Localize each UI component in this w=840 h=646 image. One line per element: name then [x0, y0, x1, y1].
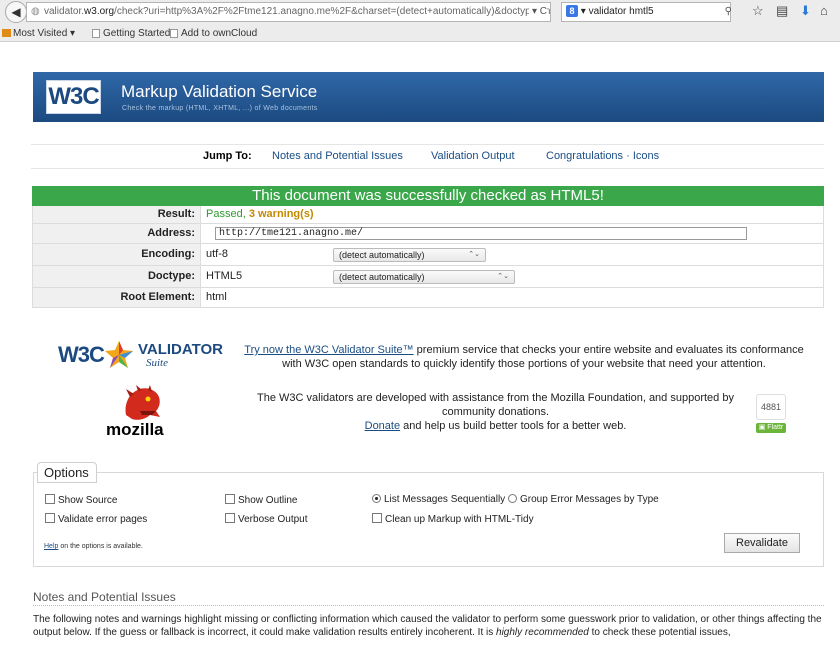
search-query: validator hmtl5	[588, 6, 654, 17]
doctype-label: Doctype:	[33, 266, 201, 287]
notes-emphasis: highly recommended	[496, 627, 589, 638]
globe-icon: ◍	[31, 6, 40, 17]
mozilla-wordmark: mozilla	[106, 420, 164, 439]
select-arrows-icon: ⌃⌄	[497, 273, 509, 280]
suite-logo-suite: Suite	[146, 357, 168, 369]
notes-body: The following notes and warnings highlig…	[33, 614, 822, 638]
result-value: Passed, 3 warning(s)	[206, 206, 314, 223]
select-arrows-icon: ⌃⌄	[468, 251, 480, 258]
suite-promo-text: Try now the W3C Validator Suite™ premium…	[244, 344, 804, 370]
address-label: Address:	[33, 224, 201, 243]
page-subtitle: Check the markup (HTML, XHTML, ...) of W…	[122, 105, 318, 112]
url-prefix: validator.	[44, 6, 85, 17]
mozilla-dinosaur-icon[interactable]	[120, 385, 164, 423]
revalidate-button[interactable]: Revalidate	[724, 533, 800, 553]
encoding-value: utf-8	[206, 248, 229, 260]
address-input[interactable]: http://tme121.anagno.me/	[215, 227, 747, 240]
validate-error-pages-checkbox[interactable]	[45, 513, 55, 523]
bookmark-add-to-owncloud[interactable]: Add to ownCloud	[170, 26, 257, 41]
jump-link-congratulations[interactable]: Congratulations · Icons	[546, 145, 659, 167]
bookmark-most-visited[interactable]: Most Visited ▾	[2, 26, 75, 41]
root-element-row: Root Element: html	[32, 288, 824, 308]
notes-heading: Notes and Potential Issues	[33, 590, 824, 606]
suite-logo-w3c: W3C	[58, 342, 105, 367]
list-sequential-radio[interactable]	[372, 494, 381, 503]
root-element-value: html	[206, 291, 227, 303]
page-icon	[92, 29, 100, 38]
page-icon	[170, 29, 178, 38]
download-icon[interactable]: ⬇	[800, 3, 811, 19]
doctype-row: Doctype: HTML5 (detect automatically) ⌃⌄	[32, 266, 824, 288]
page-title: Markup Validation Service	[121, 82, 318, 101]
warning-count-link[interactable]: 3 warning(s)	[249, 208, 314, 220]
search-bar[interactable]: 8 ▾ validator hmtl5 ⚲	[561, 2, 732, 22]
magnifier-icon[interactable]: ⚲	[725, 3, 732, 21]
jump-nav: Jump To: Notes and Potential Issues Vali…	[31, 144, 824, 169]
options-help-text: Help on the options is available.	[44, 543, 143, 550]
jump-link-notes[interactable]: Notes and Potential Issues	[272, 145, 403, 167]
show-outline-option[interactable]: Show Outline	[225, 494, 297, 507]
donation-text: The W3C validators are developed with as…	[257, 392, 734, 432]
result-label: Result:	[33, 206, 201, 223]
folder-icon	[2, 29, 11, 37]
url-host: w3.org	[84, 6, 115, 17]
verbose-output-option[interactable]: Verbose Output	[225, 513, 308, 526]
back-arrow-icon[interactable]: ◀	[5, 1, 27, 23]
tidy-option[interactable]: Clean up Markup with HTML-Tidy	[372, 513, 534, 526]
root-element-label: Root Element:	[33, 288, 201, 307]
show-outline-checkbox[interactable]	[225, 494, 235, 504]
puzzle-star-icon	[105, 341, 133, 368]
group-by-type-label: Group Error Messages by Type	[519, 494, 659, 505]
url-dropdown-reload-icon[interactable]: ▾ C	[528, 3, 547, 21]
show-source-option[interactable]: Show Source	[45, 494, 117, 507]
show-source-checkbox[interactable]	[45, 494, 55, 504]
group-by-type-radio[interactable]	[507, 494, 517, 503]
validator-suite-logo[interactable]: W3C VALIDATOR Suite	[58, 340, 223, 370]
doctype-select[interactable]: (detect automatically) ⌃⌄	[333, 270, 515, 284]
suite-promo-link[interactable]: Try now the W3C Validator Suite™	[244, 344, 413, 356]
success-banner: This document was successfully checked a…	[32, 186, 824, 206]
flattr-count: 4881	[756, 394, 786, 420]
jump-link-validation-output[interactable]: Validation Output	[431, 145, 515, 167]
bookmarks-toolbar: Most Visited ▾ Getting Started Add to ow…	[0, 26, 840, 42]
jump-label: Jump To:	[203, 150, 252, 162]
home-icon[interactable]: ⌂	[820, 3, 828, 18]
options-legend[interactable]: Options	[37, 462, 97, 483]
list-sequential-option[interactable]: List Messages Sequentially Group Error M…	[372, 494, 659, 506]
result-row: Result: Passed, 3 warning(s)	[32, 206, 824, 224]
bookmark-getting-started[interactable]: Getting Started	[92, 26, 170, 41]
site-banner: W3C Markup Validation Service Check the …	[33, 72, 824, 122]
donate-link[interactable]: Donate	[365, 420, 400, 432]
browser-toolbar: ◀ ◍ validator.w3.org/check?uri=http%3A%2F…	[0, 0, 840, 26]
w3c-logo[interactable]: W3C	[46, 80, 101, 114]
encoding-row: Encoding: utf-8 (detect automatically) ⌃⌄	[32, 244, 824, 266]
search-engine-icon[interactable]: 8	[566, 5, 578, 17]
encoding-select[interactable]: (detect automatically) ⌃⌄	[333, 248, 486, 262]
url-path: /check?uri=http%3A%2F%2Ftme121.anagno.me…	[114, 6, 551, 17]
doctype-value: HTML5	[206, 270, 243, 282]
flattr-button[interactable]: ▣ Flattr	[756, 423, 786, 433]
url-bar[interactable]: ◍ validator.w3.org/check?uri=http%3A%2F%2…	[26, 2, 551, 22]
tidy-checkbox[interactable]	[372, 513, 382, 523]
address-row: Address: http://tme121.anagno.me/	[32, 224, 824, 244]
suite-logo-validator: VALIDATOR	[138, 341, 223, 358]
reading-list-icon[interactable]: ▤	[776, 3, 788, 19]
verbose-output-checkbox[interactable]	[225, 513, 235, 523]
help-link[interactable]: Help	[44, 543, 58, 550]
validate-error-pages-option[interactable]: Validate error pages	[45, 513, 147, 526]
star-icon[interactable]: ☆	[752, 3, 764, 19]
encoding-label: Encoding:	[33, 244, 201, 265]
result-passed: Passed,	[206, 208, 249, 220]
